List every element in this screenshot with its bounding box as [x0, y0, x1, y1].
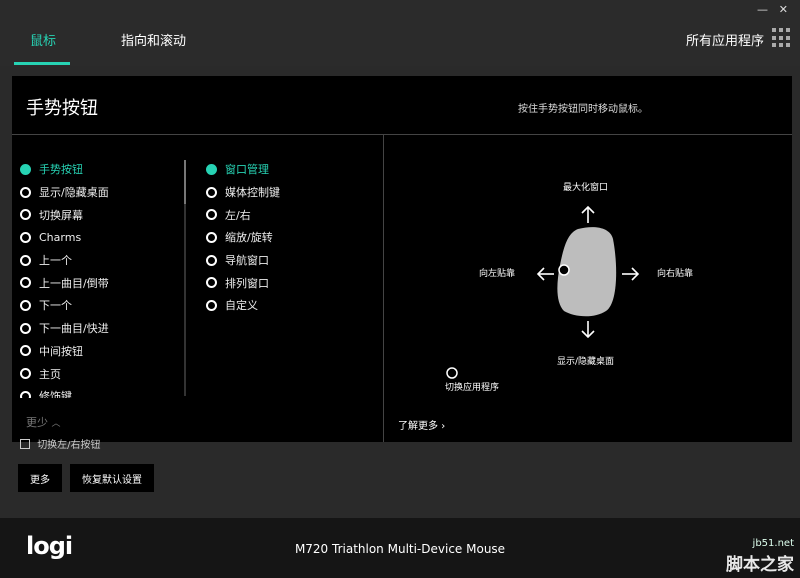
- arrow-up-icon: [581, 205, 595, 223]
- list-item[interactable]: 手势按钮: [20, 158, 180, 181]
- checkbox-icon: [20, 439, 30, 449]
- radio-icon: [20, 345, 31, 357]
- radio-icon: [20, 186, 31, 198]
- list-item[interactable]: 切换屏幕: [20, 203, 180, 226]
- list-item[interactable]: 下一个: [20, 294, 180, 317]
- radio-icon: [206, 209, 217, 221]
- watermark-name: 脚本之家: [726, 555, 794, 575]
- list-item[interactable]: 主页: [20, 362, 180, 385]
- restore-defaults-button[interactable]: 恢复默认设置: [70, 464, 154, 492]
- arrow-down-icon: [581, 321, 595, 339]
- radio-icon: [20, 322, 31, 334]
- gesture-action-list: 窗口管理 媒体控制键 左/右 缩放/旋转 导航窗口 排列窗口 自定义: [206, 158, 280, 317]
- radio-selected-icon: [20, 163, 31, 175]
- list-item[interactable]: 左/右: [206, 203, 280, 226]
- radio-icon: [206, 231, 217, 243]
- more-button[interactable]: 更多: [18, 464, 62, 492]
- radio-icon: [206, 186, 217, 198]
- minimize-button[interactable]: —: [757, 3, 768, 16]
- gesture-left-label: 向左贴靠: [479, 269, 516, 279]
- scrollbar-thumb[interactable]: [184, 160, 186, 204]
- gesture-down-label: 显示/隐藏桌面: [557, 357, 615, 367]
- list-item[interactable]: 下一曲目/快进: [20, 317, 180, 340]
- list-item[interactable]: 上一个: [20, 249, 180, 272]
- learn-more-link[interactable]: 了解更多 ›: [398, 417, 445, 432]
- list-item[interactable]: 修饰键: [20, 385, 180, 398]
- radio-icon: [20, 277, 31, 289]
- gesture-right-label: 向右贴靠: [657, 269, 694, 279]
- radio-icon: [20, 254, 31, 266]
- click-icon: [446, 367, 458, 379]
- apps-grid-icon[interactable]: [772, 28, 792, 48]
- panel-title: 手势按钮: [26, 98, 98, 119]
- radio-icon: [20, 209, 31, 221]
- radio-icon: [206, 299, 217, 311]
- show-less-button[interactable]: 更少 ︿: [26, 414, 61, 430]
- chevron-right-icon: ›: [441, 421, 446, 432]
- gesture-button-icon: [558, 264, 570, 276]
- panel-hint: 按住手势按钮同时移动鼠标。: [518, 104, 648, 115]
- list-item[interactable]: 窗口管理: [206, 158, 280, 181]
- list-item[interactable]: 缩放/旋转: [206, 226, 280, 249]
- radio-icon: [20, 368, 31, 380]
- radio-icon: [206, 254, 217, 266]
- footer: logi M720 Triathlon Multi-Device Mouse j…: [0, 518, 800, 578]
- radio-icon: [206, 277, 217, 289]
- radio-icon: [20, 299, 31, 311]
- device-name: M720 Triathlon Multi-Device Mouse: [294, 542, 506, 556]
- list-item[interactable]: 显示/隐藏桌面: [20, 181, 180, 204]
- radio-selected-icon: [206, 163, 217, 175]
- list-item[interactable]: 媒体控制键: [206, 181, 280, 204]
- radio-icon: [20, 231, 31, 243]
- list-item[interactable]: 导航窗口: [206, 249, 280, 272]
- list-item[interactable]: 自定义: [206, 294, 280, 317]
- gesture-panel: 手势按钮 按住手势按钮同时移动鼠标。 手势按钮 显示/隐藏桌面 切换屏幕 Cha…: [12, 76, 792, 442]
- swap-buttons-option[interactable]: 切换左/右按钮: [20, 436, 101, 451]
- list-item[interactable]: 上一曲目/倒带: [20, 271, 180, 294]
- list-item[interactable]: Charms: [20, 226, 180, 249]
- top-bar: — ✕ 鼠标 指向和滚动 所有应用程序: [0, 0, 800, 66]
- watermark-url: jb51.net: [752, 538, 794, 549]
- button-action-list: 手势按钮 显示/隐藏桌面 切换屏幕 Charms 上一个 上一曲目/倒带 下一个…: [20, 158, 180, 398]
- tab-mouse[interactable]: 鼠标: [30, 30, 56, 49]
- gesture-up-label: 最大化窗口: [563, 183, 609, 193]
- list-item[interactable]: 中间按钮: [20, 340, 180, 363]
- all-apps-button[interactable]: 所有应用程序: [686, 30, 764, 49]
- gesture-click-label: 切换应用程序: [445, 383, 500, 393]
- arrow-left-icon: [536, 267, 554, 281]
- arrow-right-icon: [622, 267, 640, 281]
- tab-point-scroll[interactable]: 指向和滚动: [121, 30, 186, 49]
- close-button[interactable]: ✕: [779, 3, 788, 16]
- active-tab-indicator: [14, 62, 70, 65]
- radio-icon: [20, 390, 31, 398]
- chevron-up-icon: ︿: [51, 419, 61, 429]
- list-item[interactable]: 排列窗口: [206, 271, 280, 294]
